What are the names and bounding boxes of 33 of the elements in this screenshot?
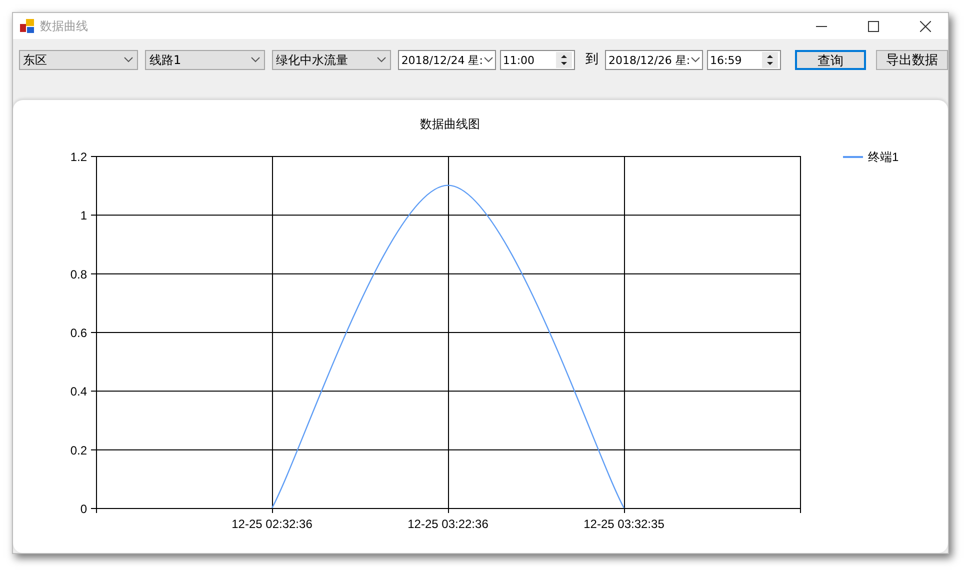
- chart-title: 数据曲线图: [420, 117, 480, 131]
- action-button[interactable]: 查询: [794, 50, 866, 70]
- window-title: 数据曲线: [40, 18, 89, 34]
- time-field[interactable]: 11:00: [500, 50, 576, 70]
- y-tick-label: 0.4: [70, 384, 87, 399]
- caret-icon: [250, 57, 260, 63]
- spin-buttons[interactable]: [556, 52, 572, 68]
- caret-icon: [484, 57, 493, 63]
- dropdown[interactable]: 东区: [19, 50, 138, 70]
- action-button[interactable]: 导出数据: [876, 50, 948, 70]
- date-picker[interactable]: 2018/12/26 星:: [605, 50, 704, 70]
- y-tick-label: 0: [80, 502, 87, 516]
- close-icon[interactable]: [920, 20, 930, 32]
- y-tick-label: 0.6: [70, 326, 87, 340]
- x-tick-label: 12-25 02:32:36: [232, 517, 312, 531]
- to-label: 到: [584, 51, 600, 69]
- y-tick-label: 0.2: [70, 443, 87, 458]
- dropdown[interactable]: 绿化中水流量: [272, 50, 392, 70]
- dropdown[interactable]: 线路1: [145, 50, 265, 70]
- y-tick-label: 0.8: [70, 267, 87, 282]
- caret-icon: [691, 57, 700, 63]
- legend-label: 终端1: [868, 150, 899, 164]
- x-tick-label: 12-25 03:22:36: [408, 517, 488, 531]
- caret-icon: [377, 57, 386, 63]
- y-tick-label: 1: [80, 208, 87, 223]
- x-tick-label: 12-25 03:32:35: [584, 517, 664, 531]
- y-tick-label: 1.2: [70, 150, 87, 164]
- time-field[interactable]: 16:59: [707, 50, 781, 70]
- spin-buttons[interactable]: [762, 52, 778, 68]
- maximize-icon[interactable]: [868, 20, 878, 32]
- date-picker[interactable]: 2018/12/24 星:: [398, 50, 496, 70]
- caret-icon: [124, 57, 134, 63]
- app-icon: [20, 19, 34, 33]
